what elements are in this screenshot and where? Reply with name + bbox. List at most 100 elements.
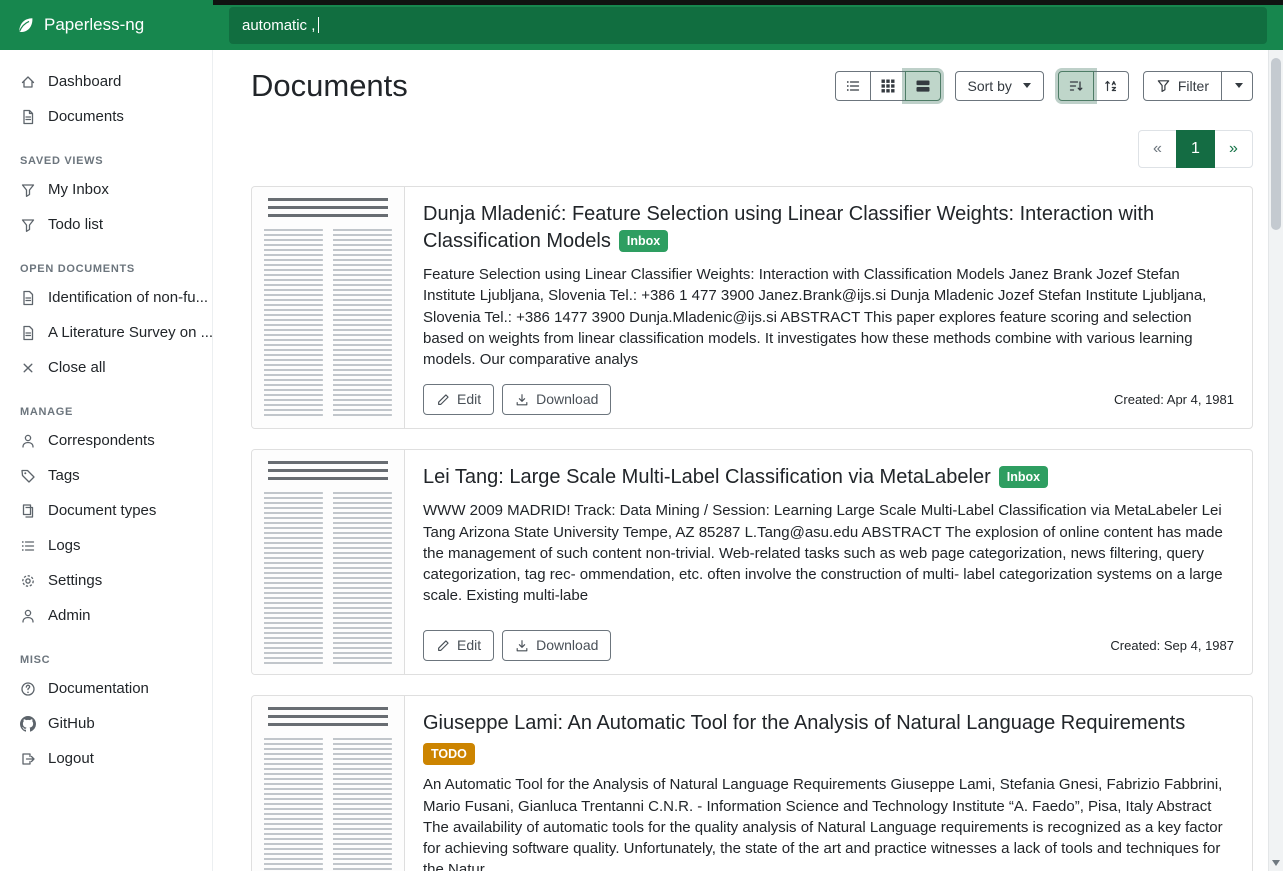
filter-caret-button[interactable] bbox=[1221, 71, 1253, 102]
sidebar-item-todo-list[interactable]: Todo list bbox=[0, 207, 212, 242]
tag-badge-inbox[interactable]: Inbox bbox=[999, 466, 1048, 488]
download-button[interactable]: Download bbox=[502, 630, 611, 661]
app-brand[interactable]: Paperless-ng bbox=[0, 0, 213, 50]
detail-view-button[interactable] bbox=[905, 71, 941, 101]
sort-direction-group bbox=[1058, 71, 1129, 101]
pagination: « 1 » bbox=[251, 130, 1253, 168]
document-excerpt: Feature Selection using Linear Classifie… bbox=[423, 264, 1234, 370]
sidebar-item-label: Documentation bbox=[48, 680, 149, 697]
scrollbar-thumb[interactable] bbox=[1271, 58, 1281, 230]
pagination-page-1[interactable]: 1 bbox=[1176, 130, 1215, 168]
sidebar-item-label: GitHub bbox=[48, 715, 95, 732]
edit-button[interactable]: Edit bbox=[423, 630, 494, 661]
close-icon bbox=[20, 360, 36, 376]
sidebar-item-label: Dashboard bbox=[48, 73, 121, 90]
chevron-down-icon bbox=[1235, 83, 1243, 88]
file-stack-icon bbox=[20, 503, 36, 519]
document-title-link[interactable]: Lei Tang: Large Scale Multi-Label Classi… bbox=[423, 466, 991, 488]
download-label: Download bbox=[536, 391, 598, 408]
grid-view-button[interactable] bbox=[870, 71, 906, 101]
sidebar-item-correspondents[interactable]: Correspondents bbox=[0, 423, 212, 458]
sort-alpha-icon bbox=[1103, 78, 1119, 94]
sidebar-item-logs[interactable]: Logs bbox=[0, 528, 212, 563]
sidebar: Dashboard Documents SAVED VIEWS My Inbox… bbox=[0, 50, 213, 871]
text-cursor bbox=[318, 17, 319, 33]
sort-down-icon bbox=[1068, 78, 1084, 94]
document-thumbnail[interactable] bbox=[252, 696, 405, 871]
sidebar-item-admin[interactable]: Admin bbox=[0, 598, 212, 633]
document-title-link[interactable]: Giuseppe Lami: An Automatic Tool for the… bbox=[423, 712, 1185, 734]
sidebar-item-label: A Literature Survey on ... bbox=[48, 324, 213, 341]
tag-badge-inbox[interactable]: Inbox bbox=[619, 230, 668, 252]
sidebar-item-label: Logout bbox=[48, 750, 94, 767]
sort-by-label: Sort by bbox=[968, 78, 1012, 95]
sidebar-item-my-inbox[interactable]: My Inbox bbox=[0, 172, 212, 207]
search-text: automatic , bbox=[242, 17, 315, 34]
global-search-input[interactable]: automatic , bbox=[229, 7, 1267, 44]
sidebar-item-close-all[interactable]: Close all bbox=[0, 350, 212, 385]
document-excerpt: An Automatic Tool for the Analysis of Na… bbox=[423, 774, 1234, 871]
funnel-icon bbox=[1156, 78, 1171, 93]
document-card-footer: Edit Download Created: Sep 4, 1987 bbox=[423, 630, 1234, 661]
sort-by-button[interactable]: Sort by bbox=[955, 71, 1044, 102]
sidebar-item-label: My Inbox bbox=[48, 181, 109, 198]
pagination-next[interactable]: » bbox=[1214, 130, 1253, 168]
edit-button[interactable]: Edit bbox=[423, 384, 494, 415]
home-icon bbox=[20, 74, 36, 90]
sidebar-section-open-documents: OPEN DOCUMENTS bbox=[0, 263, 212, 280]
document-thumbnail[interactable] bbox=[252, 187, 405, 428]
main-content: Documents Sort by bbox=[213, 0, 1268, 871]
pencil-icon bbox=[436, 393, 450, 407]
sidebar-item-github[interactable]: GitHub bbox=[0, 706, 212, 741]
sort-ascending-button[interactable] bbox=[1093, 71, 1129, 101]
sidebar-item-open-doc-1[interactable]: Identification of non-fu... bbox=[0, 280, 212, 315]
document-card-body: Giuseppe Lami: An Automatic Tool for the… bbox=[405, 696, 1252, 871]
document-card: Dunja Mladenić: Feature Selection using … bbox=[251, 186, 1253, 429]
sidebar-item-documents[interactable]: Documents bbox=[0, 99, 212, 134]
sidebar-item-label: Tags bbox=[48, 467, 80, 484]
leaf-logo-icon bbox=[16, 16, 35, 35]
sidebar-section-saved-views: SAVED VIEWS bbox=[0, 155, 212, 172]
sidebar-item-label: Todo list bbox=[48, 216, 103, 233]
search-area: automatic , bbox=[213, 0, 1283, 50]
download-icon bbox=[515, 639, 529, 653]
grid-view-icon bbox=[880, 78, 896, 94]
file-icon bbox=[20, 325, 36, 341]
sidebar-item-tags[interactable]: Tags bbox=[0, 458, 212, 493]
question-circle-icon bbox=[20, 681, 36, 697]
tag-badge-todo[interactable]: TODO bbox=[423, 743, 475, 765]
list-view-button[interactable] bbox=[835, 71, 871, 101]
download-button[interactable]: Download bbox=[502, 384, 611, 415]
document-title-link[interactable]: Dunja Mladenić: Feature Selection using … bbox=[423, 203, 1154, 252]
download-label: Download bbox=[536, 637, 598, 654]
sidebar-item-documentation[interactable]: Documentation bbox=[0, 671, 212, 706]
top-navbar: Paperless-ng automatic , bbox=[0, 0, 1283, 50]
sidebar-item-dashboard[interactable]: Dashboard bbox=[0, 64, 212, 99]
sidebar-item-label: Document types bbox=[48, 502, 156, 519]
document-card-body: Dunja Mladenić: Feature Selection using … bbox=[405, 187, 1252, 428]
tag-icon bbox=[20, 468, 36, 484]
pencil-icon bbox=[436, 639, 450, 653]
view-toggle-group bbox=[835, 71, 941, 101]
sidebar-item-settings[interactable]: Settings bbox=[0, 563, 212, 598]
filter-group: Filter bbox=[1143, 71, 1253, 102]
scrollbar-down-arrow-icon[interactable] bbox=[1272, 860, 1280, 866]
document-title-row: Lei Tang: Large Scale Multi-Label Classi… bbox=[423, 464, 1234, 491]
sidebar-item-document-types[interactable]: Document types bbox=[0, 493, 212, 528]
sidebar-item-logout[interactable]: Logout bbox=[0, 741, 212, 776]
scrollbar-track[interactable] bbox=[1268, 50, 1283, 871]
document-thumbnail[interactable] bbox=[252, 450, 405, 674]
pagination-prev[interactable]: « bbox=[1138, 130, 1177, 168]
list-icon bbox=[20, 538, 36, 554]
sidebar-item-label: Settings bbox=[48, 572, 102, 589]
logout-icon bbox=[20, 751, 36, 767]
document-title-row: Giuseppe Lami: An Automatic Tool for the… bbox=[423, 710, 1234, 765]
sort-descending-button[interactable] bbox=[1058, 71, 1094, 101]
document-card: Lei Tang: Large Scale Multi-Label Classi… bbox=[251, 449, 1253, 675]
sidebar-item-open-doc-2[interactable]: A Literature Survey on ... bbox=[0, 315, 212, 350]
filter-button[interactable]: Filter bbox=[1143, 71, 1222, 102]
sidebar-item-label: Close all bbox=[48, 359, 106, 376]
person-icon bbox=[20, 433, 36, 449]
sidebar-item-label: Admin bbox=[48, 607, 91, 624]
page-title: Documents bbox=[251, 68, 408, 104]
